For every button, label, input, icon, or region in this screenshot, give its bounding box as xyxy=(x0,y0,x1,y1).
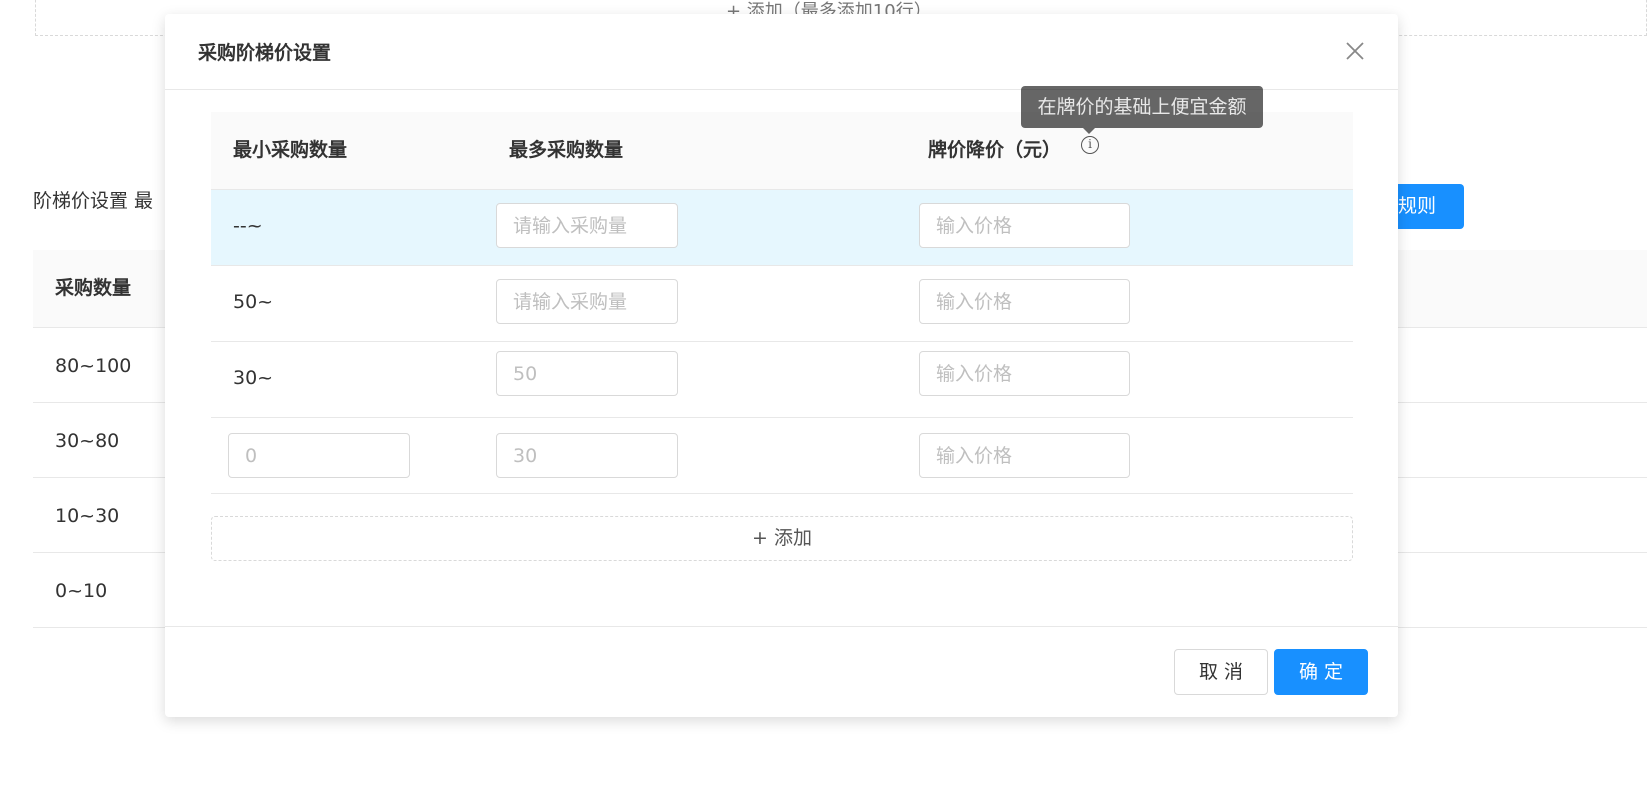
table-row xyxy=(211,418,1353,494)
add-row-button[interactable]: + 添加 xyxy=(211,516,1353,561)
cancel-button[interactable]: 取 消 xyxy=(1174,649,1268,695)
info-icon[interactable]: i xyxy=(1081,136,1099,154)
price-input[interactable] xyxy=(919,203,1130,248)
column-max-qty: 最多采购数量 xyxy=(509,139,624,161)
price-input[interactable] xyxy=(919,433,1130,478)
price-input[interactable] xyxy=(919,351,1130,396)
max-qty-input[interactable] xyxy=(496,203,678,248)
modal-header: 采购阶梯价设置 xyxy=(165,14,1398,90)
max-qty-input[interactable] xyxy=(496,351,678,396)
column-min-qty: 最小采购数量 xyxy=(233,139,348,161)
close-icon[interactable] xyxy=(1342,38,1368,64)
modal-title: 采购阶梯价设置 xyxy=(198,42,332,64)
price-input[interactable] xyxy=(919,279,1130,324)
ok-button[interactable]: 确 定 xyxy=(1274,649,1368,695)
modal-footer: 取 消 确 定 xyxy=(165,626,1398,718)
min-qty-text: 50~ xyxy=(233,291,274,313)
tier-price-setting-label: 阶梯价设置 最 xyxy=(33,190,154,212)
column-price-drop: 牌价降价（元） xyxy=(928,139,1062,161)
max-qty-input[interactable] xyxy=(496,279,678,324)
table-row: 50~ xyxy=(211,266,1353,342)
min-qty-input[interactable] xyxy=(228,433,410,478)
tier-price-table: 最小采购数量 最多采购数量 牌价降价（元） i --~ 50~ 30~ xyxy=(211,112,1353,494)
price-drop-tooltip: 在牌价的基础上便宜金额 xyxy=(1021,86,1263,128)
table-row: --~ xyxy=(211,190,1353,266)
min-qty-text: 30~ xyxy=(233,367,274,389)
table-row: 30~ xyxy=(211,342,1353,418)
tooltip-arrow xyxy=(1083,128,1095,134)
max-qty-input[interactable] xyxy=(496,433,678,478)
min-qty-text: --~ xyxy=(233,215,263,237)
